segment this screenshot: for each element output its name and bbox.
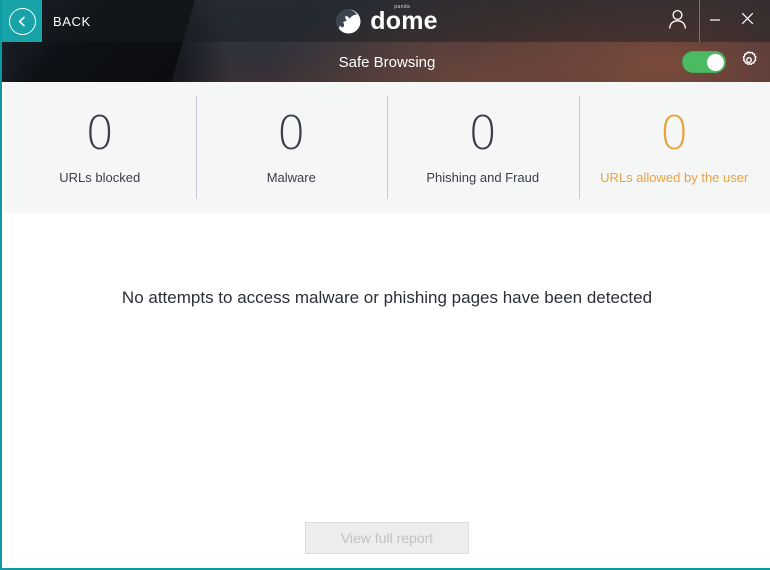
stat-value: 0 bbox=[85, 106, 115, 160]
safe-browsing-toggle[interactable] bbox=[682, 51, 726, 73]
chevron-left-circle-icon bbox=[8, 7, 36, 35]
page-title: Safe Browsing bbox=[338, 53, 436, 71]
content-footer: View full report bbox=[4, 522, 770, 554]
toggle-knob bbox=[706, 53, 724, 71]
stat-card-urls-blocked[interactable]: 0 URLs blocked bbox=[4, 82, 196, 213]
stat-label: Malware bbox=[266, 170, 316, 185]
panda-head-icon bbox=[336, 9, 361, 34]
window-controls bbox=[655, 0, 770, 42]
back-button[interactable] bbox=[2, 0, 42, 42]
brand-wordmark: panda dome bbox=[370, 4, 438, 35]
settings-button[interactable] bbox=[736, 49, 762, 75]
stat-value: 0 bbox=[468, 106, 498, 160]
panda-dome-window: BACK panda dome Safe Browsing 0 URLs blo… bbox=[0, 0, 770, 570]
brand-superscript: panda bbox=[394, 3, 411, 10]
minimize-icon bbox=[708, 12, 722, 31]
view-full-report-button[interactable]: View full report bbox=[305, 522, 469, 554]
close-button[interactable] bbox=[732, 0, 762, 42]
stat-card-phishing-and-fraud[interactable]: 0 Phishing and Fraud bbox=[387, 82, 579, 213]
subheader-actions bbox=[682, 42, 762, 82]
main-content: No attempts to access malware or phishin… bbox=[4, 213, 770, 566]
stats-strip: 0 URLs blocked 0 Malware 0 Phishing and … bbox=[4, 82, 770, 213]
user-account-icon bbox=[668, 9, 687, 34]
stat-value: 0 bbox=[659, 106, 689, 160]
stat-label: URLs blocked bbox=[59, 170, 141, 185]
stat-label: URLs allowed by the user bbox=[600, 170, 749, 185]
stat-value: 0 bbox=[276, 106, 306, 160]
gear-icon bbox=[738, 49, 760, 76]
back-button-label[interactable]: BACK bbox=[53, 14, 91, 29]
module-subheader: Safe Browsing bbox=[2, 42, 770, 82]
brand-name: dome bbox=[370, 6, 438, 35]
stat-card-malware[interactable]: 0 Malware bbox=[195, 82, 388, 213]
stat-card-urls-allowed-by-the-user[interactable]: 0 URLs allowed by the user bbox=[578, 82, 770, 213]
app-header: BACK panda dome Safe Browsing bbox=[2, 0, 770, 82]
close-icon bbox=[740, 11, 755, 31]
stat-label: Phishing and Fraud bbox=[426, 170, 540, 185]
user-account-button[interactable] bbox=[655, 0, 699, 42]
empty-state-message: No attempts to access malware or phishin… bbox=[121, 288, 653, 307]
minimize-button[interactable] bbox=[700, 0, 730, 42]
